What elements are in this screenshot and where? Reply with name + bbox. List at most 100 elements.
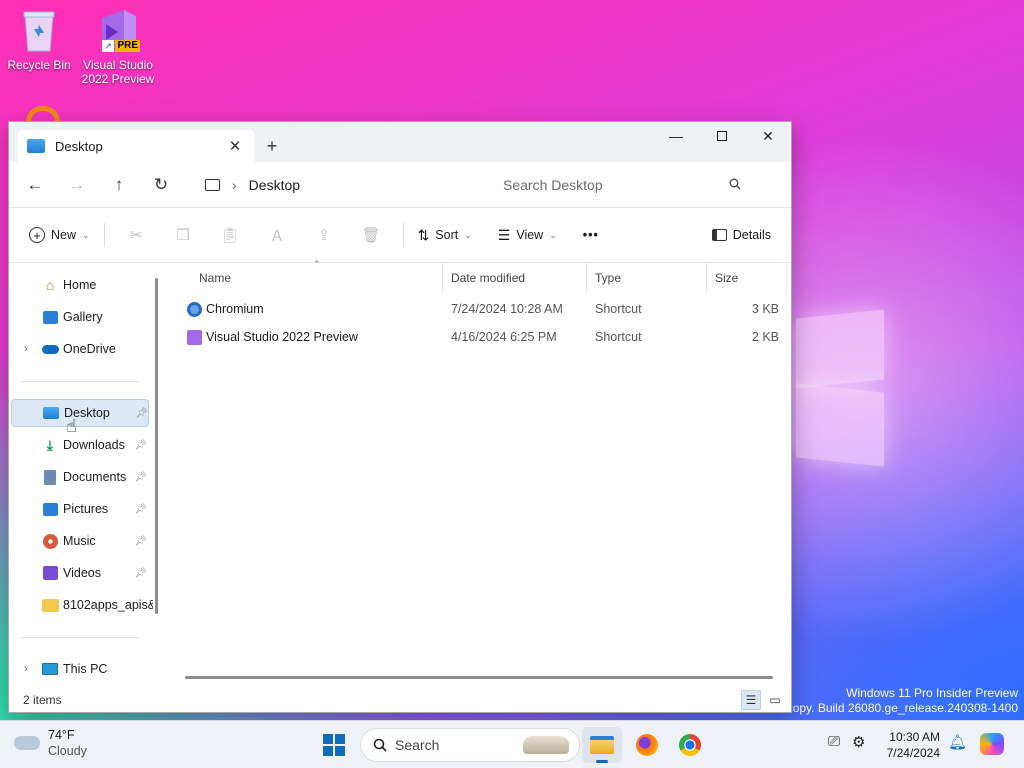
- pictures-icon: [41, 501, 59, 517]
- sidebar-item-desktop[interactable]: Desktop 📌︎: [11, 399, 149, 427]
- up-button[interactable]: ↑: [101, 169, 137, 201]
- details-view-button[interactable]: ☰: [741, 690, 761, 710]
- desktop-icon-visual-studio[interactable]: PRE ↗ Visual Studio 2022 Preview: [80, 8, 156, 86]
- sidebar-item-onedrive[interactable]: › OneDrive: [11, 335, 147, 363]
- sort-icon: ⇅: [417, 226, 430, 243]
- view-button[interactable]: ☰ View ⌄: [492, 219, 563, 251]
- search-input[interactable]: Search Desktop: [493, 169, 751, 201]
- refresh-button[interactable]: ↻: [143, 169, 179, 201]
- visual-studio-preview-icon: [187, 329, 202, 345]
- sidebar-item-videos[interactable]: Videos 📌︎: [11, 559, 147, 587]
- cut-button[interactable]: ✂: [113, 219, 160, 251]
- sidebar-item-gallery[interactable]: Gallery: [11, 303, 147, 331]
- new-tab-button[interactable]: +: [255, 130, 289, 162]
- sidebar-item-documents[interactable]: Documents 📌︎: [11, 463, 147, 491]
- tiles-view-button[interactable]: ▭: [765, 690, 785, 710]
- details-view-icon: ☰: [745, 693, 757, 707]
- close-button[interactable]: ✕: [745, 122, 791, 150]
- horizontal-scrollbar[interactable]: [185, 676, 773, 679]
- chevron-right-icon[interactable]: ›: [11, 343, 41, 355]
- maximize-button[interactable]: [699, 122, 745, 150]
- search-icon: [373, 738, 387, 752]
- settings-sync-icon[interactable]: ⚙︎: [852, 733, 865, 751]
- chromium-icon: [187, 301, 202, 317]
- tab-desktop[interactable]: Desktop ✕: [17, 130, 255, 162]
- divider: [402, 223, 404, 247]
- sidebar-item-label: Pictures: [63, 502, 109, 516]
- breadcrumb-item[interactable]: Desktop: [249, 177, 300, 193]
- sidebar-item-pictures[interactable]: Pictures 📌︎: [11, 495, 147, 523]
- taskbar-search[interactable]: Search: [360, 728, 580, 762]
- desktop-folder-icon: [42, 405, 60, 421]
- notification-bell-icon[interactable]: 🔔︎: [948, 733, 967, 751]
- status-bar: 2 items ☰ ▭: [9, 688, 793, 712]
- paste-button[interactable]: 📋︎: [207, 219, 254, 251]
- sort-button[interactable]: ⇅ Sort ⌄: [412, 219, 478, 251]
- weather-widget[interactable]: 74°F Cloudy: [14, 727, 87, 759]
- title-bar[interactable]: Desktop ✕ + — ✕: [9, 122, 791, 162]
- trash-icon: 🗑︎: [361, 227, 381, 244]
- sidebar-item-downloads[interactable]: ⤓ Downloads 📌︎: [11, 431, 147, 459]
- desktop-icon-label: Recycle Bin: [7, 58, 71, 72]
- start-button[interactable]: [314, 727, 354, 763]
- chrome-taskbar-button[interactable]: [670, 727, 710, 763]
- column-header-type[interactable]: Type: [587, 263, 707, 293]
- details-pane-button[interactable]: Details: [706, 219, 777, 251]
- monitor-icon: [205, 178, 220, 191]
- clock-time: 10:30 AM: [889, 730, 940, 744]
- sidebar-item-this-pc[interactable]: › This PC: [11, 655, 147, 683]
- sidebar-item-folder[interactable]: 8102apps_apis&: [11, 591, 161, 619]
- cut-icon: ✂: [129, 227, 143, 244]
- partial-desktop-icon[interactable]: [26, 106, 60, 122]
- network-icon[interactable]: ⎚: [828, 733, 840, 750]
- column-header-size[interactable]: Size: [707, 263, 787, 293]
- back-button[interactable]: ←: [17, 169, 53, 201]
- copilot-preview-button[interactable]: [980, 733, 1004, 755]
- file-type: Shortcut: [595, 330, 642, 344]
- chevron-right-icon[interactable]: ›: [232, 177, 237, 193]
- new-button-label: New: [51, 228, 77, 242]
- sidebar-scrollbar[interactable]: [155, 278, 158, 614]
- column-header-row: ⌃ Name Date modified Type Size: [165, 259, 793, 293]
- column-header-date[interactable]: Date modified: [443, 263, 587, 293]
- file-size: 2 KB: [751, 330, 779, 344]
- sidebar-item-label: Videos: [63, 566, 101, 580]
- share-button[interactable]: ⇪: [301, 219, 348, 251]
- sidebar-item-home[interactable]: ⌂ Home: [11, 271, 147, 299]
- address-bar: ← → ↑ ↻ › Desktop Search Desktop: [9, 162, 791, 208]
- weather-condition: Cloudy: [48, 744, 87, 758]
- delete-button[interactable]: 🗑︎: [348, 219, 395, 251]
- minimize-button[interactable]: —: [653, 122, 699, 150]
- chevron-right-icon[interactable]: ›: [11, 663, 41, 675]
- desktop-icon-label: Visual Studio 2022 Preview: [81, 58, 155, 86]
- sidebar-item-music[interactable]: Music 📌︎: [11, 527, 147, 555]
- new-button[interactable]: + New ⌄: [23, 219, 96, 251]
- chevron-down-icon: ⌄: [464, 229, 472, 240]
- copy-button[interactable]: ❐: [160, 219, 207, 251]
- system-clock[interactable]: 10:30 AM 7/24/2024: [876, 729, 940, 761]
- breadcrumb[interactable]: › Desktop: [195, 169, 477, 201]
- file-date: 4/16/2024 6:25 PM: [451, 330, 557, 344]
- table-row[interactable]: Chromium 7/24/2024 10:28 AM Shortcut 3 K…: [165, 295, 793, 323]
- table-row[interactable]: Visual Studio 2022 Preview 4/16/2024 6:2…: [165, 323, 793, 351]
- sidebar-item-label: Gallery: [63, 310, 103, 324]
- wallpaper-logo: [796, 383, 884, 467]
- wallpaper-logo: [796, 309, 884, 389]
- preview-badge: PRE: [115, 40, 140, 52]
- onedrive-icon: [41, 341, 59, 357]
- desktop-folder-icon: [27, 139, 45, 153]
- forward-button[interactable]: →: [59, 169, 95, 201]
- rename-button[interactable]: Ａ: [254, 219, 301, 251]
- firefox-taskbar-button[interactable]: [627, 727, 667, 763]
- navigation-pane: ⌂ Home Gallery › OneDrive Desktop 📌︎ ⤓ D…: [9, 263, 163, 689]
- more-options-button[interactable]: •••: [577, 219, 605, 251]
- close-tab-icon[interactable]: ✕: [225, 137, 245, 155]
- folder-icon: [41, 597, 59, 613]
- column-header-name[interactable]: Name: [165, 263, 443, 293]
- desktop-icon-recycle-bin[interactable]: Recycle Bin: [1, 8, 77, 72]
- file-name: Chromium: [206, 302, 264, 316]
- file-explorer-window[interactable]: Desktop ✕ + — ✕ ← → ↑ ↻ › Desktop Search…: [8, 121, 792, 713]
- file-explorer-taskbar-button[interactable]: [582, 727, 622, 763]
- chrome-icon: [679, 734, 701, 756]
- firefox-icon: [636, 734, 658, 756]
